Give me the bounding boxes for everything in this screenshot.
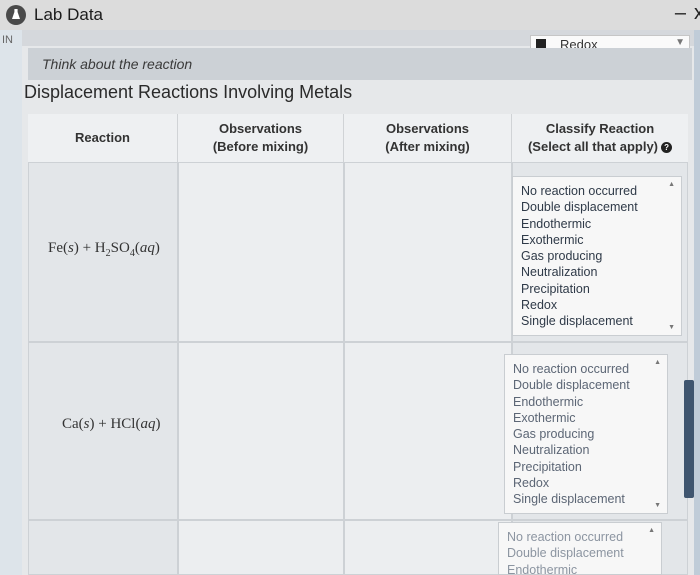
classify-listbox[interactable]: ▲ ▼ No reaction occurred Double displace… xyxy=(512,176,682,336)
list-option[interactable]: Double displacement xyxy=(507,545,661,561)
list-option[interactable]: Endothermic xyxy=(521,216,681,232)
close-button[interactable]: x xyxy=(694,2,700,25)
list-option[interactable]: Neutralization xyxy=(521,264,681,280)
title-bar: Lab Data – x xyxy=(0,0,700,30)
list-option[interactable]: Double displacement xyxy=(513,377,667,393)
list-option[interactable]: Redox xyxy=(521,297,681,313)
list-option[interactable]: Redox xyxy=(513,475,667,491)
column-header-line2: (After mixing) xyxy=(385,139,470,154)
column-header-line1: Classify Reaction xyxy=(545,121,655,136)
list-option[interactable]: No reaction occurred xyxy=(513,361,667,377)
classify-listbox[interactable]: ▲ No reaction occurred Double displaceme… xyxy=(498,522,662,575)
lab-flask-icon xyxy=(6,5,26,25)
observation-before-input[interactable] xyxy=(178,162,344,342)
column-header-line2: (Before mixing) xyxy=(212,139,309,154)
column-header-reaction: Reaction xyxy=(28,114,178,162)
observation-after-input[interactable] xyxy=(344,162,512,342)
reaction-equation: Fe(s) + H2SO4(aq) xyxy=(48,240,160,259)
list-option[interactable]: Single displacement xyxy=(521,313,681,329)
list-option[interactable]: Gas producing xyxy=(521,248,681,264)
list-option[interactable]: Precipitation xyxy=(521,281,681,297)
scroll-up-icon[interactable]: ▲ xyxy=(668,181,675,188)
column-header-observations-before: Observations (Before mixing) xyxy=(178,114,344,162)
observation-after-input[interactable] xyxy=(344,342,512,520)
left-edge-strip xyxy=(0,30,22,575)
chevron-down-icon: ▼ xyxy=(675,37,685,48)
column-header-line1: Observations xyxy=(385,121,470,136)
prompt-text: Think about the reaction xyxy=(42,56,193,72)
list-option[interactable]: Precipitation xyxy=(513,459,667,475)
left-edge-tag: IN xyxy=(2,34,13,46)
column-header-line1: Reaction xyxy=(75,130,130,145)
scroll-up-icon[interactable]: ▲ xyxy=(648,527,655,534)
observation-before-input[interactable] xyxy=(178,342,344,520)
info-icon[interactable]: ? xyxy=(661,142,673,154)
list-option[interactable]: Exothermic xyxy=(513,410,667,426)
list-option[interactable]: Double displacement xyxy=(521,199,681,215)
column-header-classify: Classify Reaction (Select all that apply… xyxy=(512,114,688,162)
list-option[interactable]: No reaction occurred xyxy=(507,529,661,545)
observation-after-input[interactable] xyxy=(344,520,512,575)
column-header-line2: (Select all that apply)? xyxy=(527,138,673,156)
list-option[interactable]: Exothermic xyxy=(521,232,681,248)
list-option[interactable]: Gas producing xyxy=(513,426,667,442)
right-edge-strip xyxy=(694,30,700,575)
classify-listbox[interactable]: ▲ ▼ No reaction occurred Double displace… xyxy=(504,354,668,514)
list-option[interactable]: No reaction occurred xyxy=(521,183,681,199)
scroll-down-icon[interactable]: ▼ xyxy=(654,502,661,509)
list-option[interactable]: Single displacement xyxy=(513,491,667,507)
minimize-button[interactable]: – xyxy=(675,2,686,25)
page-scrollbar[interactable] xyxy=(684,380,694,498)
reaction-cell xyxy=(28,520,178,575)
window-title: Lab Data xyxy=(34,5,103,24)
list-option[interactable]: Endothermic xyxy=(513,394,667,410)
column-header-line1: Observations xyxy=(218,121,303,136)
scroll-down-icon[interactable]: ▼ xyxy=(668,324,675,331)
column-header-observations-after: Observations (After mixing) xyxy=(344,114,512,162)
reaction-equation: Ca(s) + HCl(aq) xyxy=(62,416,161,432)
observation-before-input[interactable] xyxy=(178,520,344,575)
scroll-up-icon[interactable]: ▲ xyxy=(654,359,661,366)
classify-subtitle: (Select all that apply) xyxy=(527,139,659,154)
lab-data-table: Reaction Observations (Before mixing) Ob… xyxy=(28,114,688,575)
list-option[interactable]: Neutralization xyxy=(513,442,667,458)
page-title: Displacement Reactions Involving Metals xyxy=(24,82,353,102)
list-option[interactable]: Endothermic xyxy=(507,562,661,574)
prompt-bar: Think about the reaction xyxy=(28,48,692,80)
